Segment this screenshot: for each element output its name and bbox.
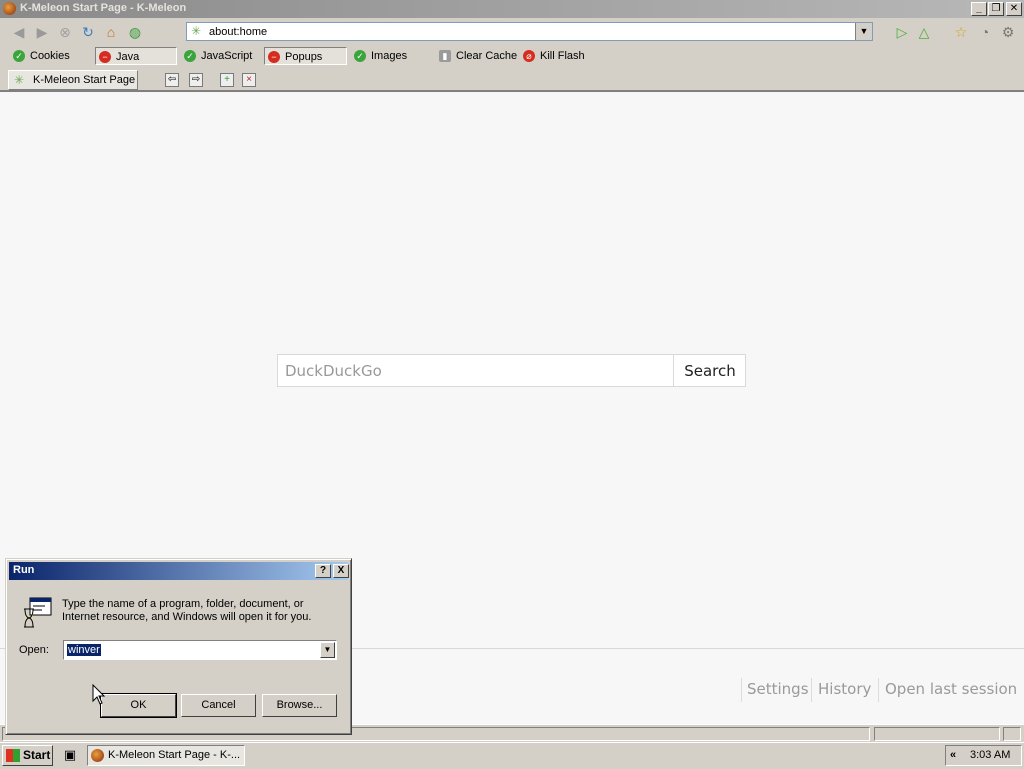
history-icon[interactable]: ◔ bbox=[977, 24, 993, 40]
tab-favicon-icon: ✳ bbox=[14, 73, 25, 87]
run-program-icon bbox=[24, 597, 52, 628]
bookmark-star-icon[interactable]: ☆ bbox=[953, 24, 969, 40]
open-combobox[interactable]: winver ▼ bbox=[63, 640, 337, 660]
title-bar: K-Meleon Start Page - K-Meleon _ ❐ ✕ bbox=[0, 0, 1024, 18]
taskbar-button-label: K-Meleon Start Page - K-... bbox=[108, 749, 241, 761]
minimize-button[interactable]: _ bbox=[971, 2, 987, 16]
tray-expand-icon[interactable]: « bbox=[950, 749, 956, 761]
start-label: Start bbox=[23, 748, 51, 762]
check-icon: ✓ bbox=[13, 50, 25, 62]
tab-bar bbox=[0, 67, 1024, 92]
taskbar-button-k-meleon[interactable]: K-Meleon Start Page - K-... bbox=[87, 745, 245, 766]
restore-button[interactable]: ❐ bbox=[988, 2, 1004, 16]
check-icon: ✓ bbox=[354, 50, 366, 62]
show-desktop-icon[interactable]: ▣ bbox=[61, 746, 79, 764]
status-secure-panel bbox=[1003, 727, 1021, 741]
forward-icon[interactable]: ▶ bbox=[34, 24, 50, 40]
popups-toggle[interactable]: − Popups bbox=[264, 47, 347, 65]
open-input-value[interactable]: winver bbox=[67, 644, 101, 656]
open-last-session-link[interactable]: Open last session bbox=[885, 680, 1017, 698]
settings-gear-icon[interactable]: ⚙ bbox=[1000, 24, 1016, 40]
reload-icon[interactable]: ↻ bbox=[80, 24, 96, 40]
clock[interactable]: 3:03 AM bbox=[970, 749, 1010, 761]
java-toggle[interactable]: − Java bbox=[95, 47, 177, 65]
open-dropdown-icon[interactable]: ▼ bbox=[320, 642, 335, 658]
cookies-label: Cookies bbox=[30, 50, 70, 62]
mouse-cursor-icon bbox=[92, 684, 106, 705]
window-title: K-Meleon Start Page - K-Meleon bbox=[20, 2, 187, 14]
search-input[interactable] bbox=[278, 355, 674, 386]
java-label: Java bbox=[116, 51, 140, 63]
cookies-toggle[interactable]: ✓ Cookies bbox=[10, 47, 70, 65]
javascript-toggle[interactable]: ✓ JavaScript bbox=[181, 47, 252, 65]
tab-next-icon[interactable]: ⇨ bbox=[189, 73, 203, 87]
run-dialog-message: Type the name of a program, folder, docu… bbox=[62, 598, 312, 623]
dialog-close-button[interactable]: X bbox=[333, 564, 349, 578]
start-button[interactable]: Start bbox=[2, 745, 53, 766]
url-bar[interactable]: ✳ about:home ▼ bbox=[186, 22, 873, 41]
open-label: Open: bbox=[19, 644, 49, 656]
tab-k-meleon-start-page[interactable]: ✳ K-Meleon Start Page bbox=[8, 70, 138, 90]
browse-button[interactable]: Browse... bbox=[262, 694, 337, 717]
go-icon[interactable]: ▷ bbox=[894, 24, 910, 40]
settings-link[interactable]: Settings bbox=[747, 680, 809, 698]
globe-icon[interactable]: ◍ bbox=[127, 24, 143, 40]
privacy-toolbar: ✓ Cookies − Java ✓ JavaScript − Popups ✓… bbox=[0, 45, 1024, 68]
trash-icon: ▮ bbox=[439, 50, 451, 62]
url-text[interactable]: about:home bbox=[209, 26, 267, 38]
run-dialog: Run ? X Type the name of a program, fold… bbox=[5, 558, 352, 735]
status-progress-panel bbox=[874, 727, 1000, 741]
images-toggle[interactable]: ✓ Images bbox=[351, 47, 407, 65]
history-link[interactable]: History bbox=[818, 680, 871, 698]
back-icon[interactable]: ◀ bbox=[11, 24, 27, 40]
blocked-icon: − bbox=[268, 51, 280, 63]
close-button[interactable]: ✕ bbox=[1006, 2, 1022, 16]
tab-prev-icon[interactable]: ⇦ bbox=[165, 73, 179, 87]
images-label: Images bbox=[371, 50, 408, 62]
ok-button[interactable]: OK bbox=[100, 693, 177, 718]
tab-label: K-Meleon Start Page bbox=[33, 74, 136, 86]
kill-flash-icon: ⌀ bbox=[523, 50, 535, 62]
close-tab-icon[interactable]: × bbox=[242, 73, 256, 87]
footer-separator bbox=[878, 678, 879, 702]
kill-flash-button[interactable]: ⌀ Kill Flash bbox=[520, 47, 585, 65]
blocked-icon: − bbox=[99, 51, 111, 63]
up-icon[interactable]: △ bbox=[916, 24, 932, 40]
clear-cache-label: Clear Cache bbox=[456, 50, 518, 62]
check-icon: ✓ bbox=[184, 50, 196, 62]
run-dialog-title: Run bbox=[13, 564, 35, 576]
home-icon[interactable]: ⌂ bbox=[103, 24, 119, 40]
footer-separator bbox=[741, 678, 742, 702]
search-box: Search bbox=[277, 354, 746, 387]
run-dialog-title-bar[interactable]: Run ? X bbox=[9, 562, 349, 580]
url-dropdown-icon[interactable]: ▼ bbox=[855, 23, 872, 40]
clear-cache-button[interactable]: ▮ Clear Cache bbox=[436, 47, 517, 65]
k-meleon-app-icon bbox=[91, 749, 104, 762]
popups-label: Popups bbox=[285, 51, 323, 63]
cancel-button[interactable]: Cancel bbox=[181, 694, 256, 717]
stop-icon[interactable]: ⊗ bbox=[57, 24, 73, 40]
help-button[interactable]: ? bbox=[315, 564, 331, 578]
k-meleon-app-icon[interactable] bbox=[3, 2, 16, 15]
page-favicon-icon: ✳ bbox=[191, 24, 202, 38]
kill-flash-label: Kill Flash bbox=[540, 50, 585, 62]
new-tab-icon[interactable]: + bbox=[220, 73, 234, 87]
search-button[interactable]: Search bbox=[675, 355, 745, 386]
system-tray: « 3:03 AM bbox=[945, 745, 1022, 766]
windows-flag-icon bbox=[6, 749, 20, 762]
javascript-label: JavaScript bbox=[201, 50, 253, 62]
footer-separator bbox=[811, 678, 812, 702]
